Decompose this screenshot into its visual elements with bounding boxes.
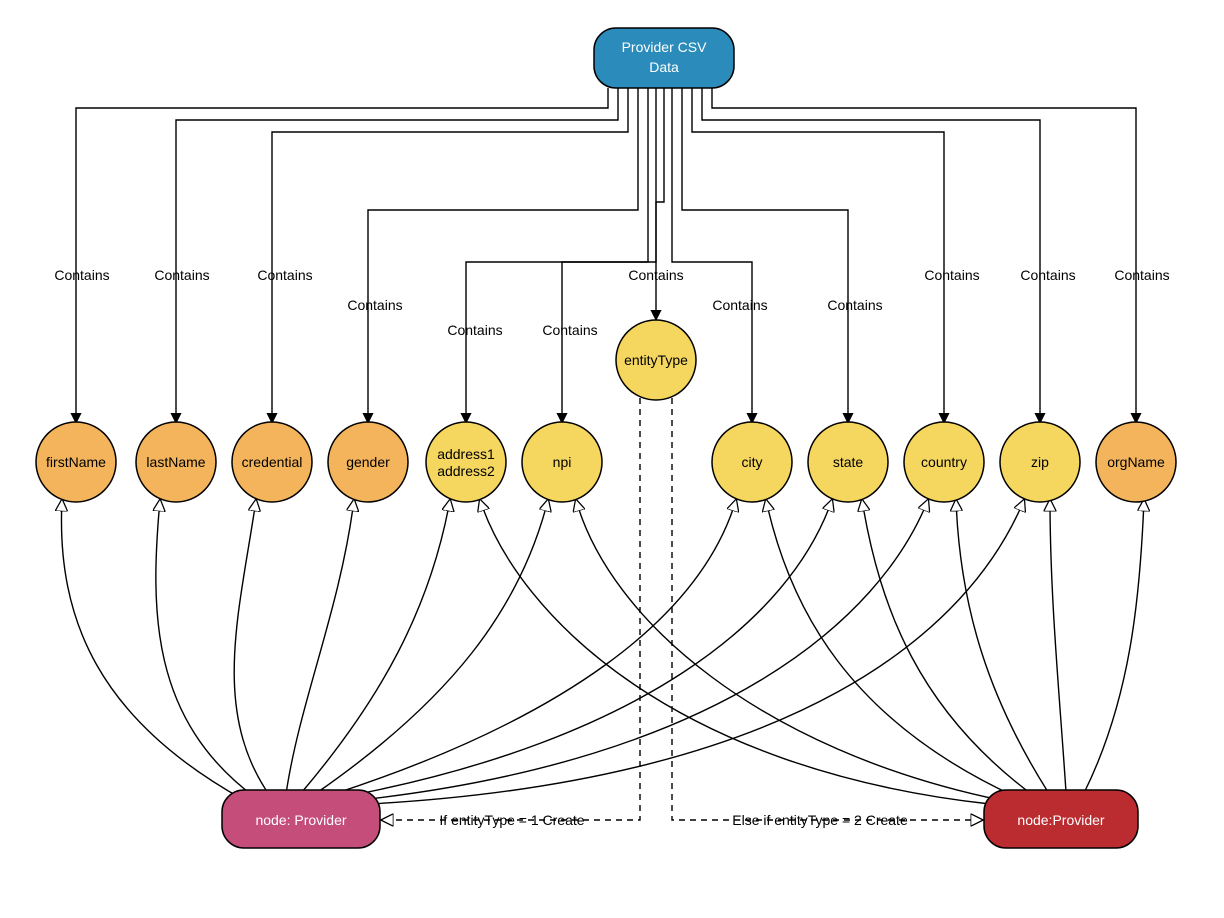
svg-text:npi: npi: [553, 454, 572, 470]
svg-text:address1: address1: [437, 446, 495, 462]
root-label-2: Data: [649, 59, 679, 75]
svg-text:zip: zip: [1031, 454, 1049, 470]
field-credential: credential: [232, 422, 312, 502]
field-firstName: firstName: [36, 422, 116, 502]
svg-text:orgName: orgName: [1107, 454, 1165, 470]
svg-text:address2: address2: [437, 463, 495, 479]
svg-text:credential: credential: [242, 454, 303, 470]
field-address: address1 address2: [426, 422, 506, 502]
edge-label: Contains: [628, 267, 683, 283]
cond2-label: Else if entityType = 2 Create: [732, 812, 908, 828]
provider-left-label: node: Provider: [255, 812, 346, 828]
field-nodes: firstName lastName credential gender add…: [36, 320, 1176, 502]
svg-text:entityType: entityType: [624, 352, 688, 368]
svg-text:firstName: firstName: [46, 454, 106, 470]
root-label-1: Provider CSV: [622, 39, 707, 55]
field-entityType: entityType: [616, 320, 696, 400]
provider-left-node: node: Provider: [222, 790, 380, 848]
diagram-canvas: Provider CSV Data Contains Contains Cont…: [0, 0, 1224, 918]
edge-label: Contains: [827, 297, 882, 313]
edge-label: Contains: [347, 297, 402, 313]
edge-label: Contains: [447, 322, 502, 338]
field-npi: npi: [522, 422, 602, 502]
top-edges: Contains Contains Contains Contains Cont…: [54, 88, 1169, 423]
cond1-label: If entityType = 1 Create: [439, 812, 584, 828]
provider-right-label: node:Provider: [1017, 812, 1105, 828]
edge-label: Contains: [1020, 267, 1075, 283]
field-country: country: [904, 422, 984, 502]
field-lastName: lastName: [136, 422, 216, 502]
svg-text:lastName: lastName: [146, 454, 205, 470]
edge-label: Contains: [924, 267, 979, 283]
svg-text:city: city: [742, 454, 763, 470]
svg-text:state: state: [833, 454, 864, 470]
edge-label: Contains: [154, 267, 209, 283]
field-orgName: orgName: [1096, 422, 1176, 502]
edge-label: Contains: [257, 267, 312, 283]
edge-label: Contains: [54, 267, 109, 283]
provider-right-node: node:Provider: [984, 790, 1138, 848]
edge-label: Contains: [712, 297, 767, 313]
svg-text:country: country: [921, 454, 967, 470]
field-zip: zip: [1000, 422, 1080, 502]
edge-label: Contains: [542, 322, 597, 338]
root-node: Provider CSV Data: [594, 28, 734, 88]
svg-text:gender: gender: [346, 454, 390, 470]
field-city: city: [712, 422, 792, 502]
edge-label: Contains: [1114, 267, 1169, 283]
field-state: state: [808, 422, 888, 502]
bottom-edges: [61, 500, 1144, 804]
field-gender: gender: [328, 422, 408, 502]
